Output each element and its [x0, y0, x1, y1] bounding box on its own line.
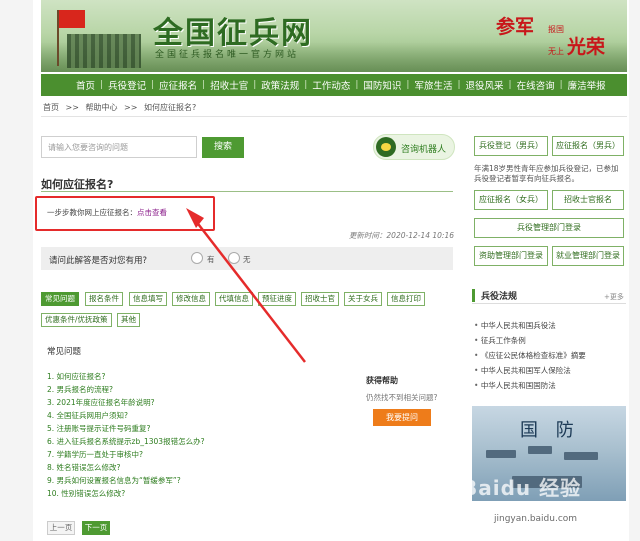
tag-conditions[interactable]: 报名条件 [85, 292, 123, 306]
laws-more-link[interactable]: +更多 [604, 292, 624, 302]
helpful-yes-label[interactable]: 有 [207, 254, 215, 265]
tag-nco[interactable]: 招收士官 [301, 292, 339, 306]
helpful-bar: 请问此解答是否对您有用? 有 无 [41, 247, 453, 270]
slogan-part1: 参军 [496, 16, 535, 38]
nav-item-policy[interactable]: 政策法规 [256, 78, 304, 92]
baidu-watermark: Baidu 经验 [462, 476, 582, 500]
tag-benefits[interactable]: 优惠条件/优抚政策 [41, 313, 112, 327]
site-title[interactable]: 全国征兵网 [153, 8, 313, 52]
list-item[interactable]: 4. 全国征兵网用户须知? [47, 409, 205, 422]
nav-item-report[interactable]: 廉洁举报 [563, 78, 611, 92]
main-nav: 首页 | 兵役登记 | 应征报名 | 招收士官 | 政策法规 | 工作动态 | 国防知识 | … [41, 74, 627, 96]
tag-progress[interactable]: 预征进度 [258, 292, 296, 306]
search-input[interactable]: 请输入您要咨询的问题 [41, 136, 197, 158]
list-item[interactable]: 2. 男兵报名的流程? [47, 383, 205, 396]
breadcrumb-current: 如何应征报名? [144, 103, 197, 112]
nav-item-military-life[interactable]: 军旅生活 [409, 78, 457, 92]
laws-divider [472, 303, 626, 304]
law-item[interactable]: 征兵工作条例 [474, 333, 586, 348]
law-item[interactable]: 中华人民共和国国防法 [474, 378, 586, 393]
help-subtitle: 仍然找不到相关问题? [366, 393, 438, 402]
list-item[interactable]: 10. 性别错误怎么修改? [47, 487, 205, 500]
question-divider [41, 191, 453, 192]
robot-label: 咨询机器人 [401, 145, 447, 155]
slogan-part4: 光荣 [567, 36, 606, 58]
nav-item-home[interactable]: 首页 [71, 78, 100, 92]
slogan-part3: 无上 [548, 47, 564, 56]
nav-item-veterans[interactable]: 退役风采 [461, 78, 509, 92]
list-item[interactable]: 3. 2021年度应征报名年龄说明? [47, 396, 205, 409]
slogan: 参军 报国 无上 光荣 [496, 10, 606, 60]
tag-other[interactable]: 其他 [117, 313, 140, 327]
robot-avatar-icon [376, 137, 396, 157]
employment-admin-login-button[interactable]: 就业管理部门登录 [552, 246, 624, 266]
update-time: 更新时间：2020-12-14 10:16 [348, 231, 454, 240]
prev-page-button[interactable]: 上一页 [47, 521, 75, 535]
ship-shape [528, 446, 552, 454]
tag-common[interactable]: 常见问题 [41, 292, 79, 306]
sidebar-note: 年满18岁男性青年应参加兵役登记，已参加兵役登记者暂享有向征兵报名。 [474, 164, 619, 183]
breadcrumb-help-center[interactable]: 帮助中心 [86, 103, 118, 112]
female-enlist-button[interactable]: 应征报名（女兵） [474, 190, 548, 210]
nav-item-consult[interactable]: 在线咨询 [512, 78, 560, 92]
tag-proxy-info[interactable]: 代填信息 [215, 292, 253, 306]
robot-button[interactable]: 咨询机器人 [373, 134, 455, 160]
list-item[interactable]: 7. 学籍学历一直处于审核中? [47, 448, 205, 461]
male-registration-button[interactable]: 兵役登记（男兵） [474, 136, 548, 156]
laws-list: 中华人民共和国兵役法 征兵工作条例 《应征公民体格检查标准》摘要 中华人民共和国… [474, 318, 586, 393]
law-item[interactable]: 中华人民共和国兵役法 [474, 318, 586, 333]
male-enlist-button[interactable]: 应征报名（男兵） [552, 136, 624, 156]
list-item[interactable]: 9. 男兵如何设置报名信息为“暂缓参军”? [47, 474, 205, 487]
tag-female[interactable]: 关于女兵 [344, 292, 382, 306]
list-item[interactable]: 5. 注册账号提示证件号码重复? [47, 422, 205, 435]
list-item[interactable]: 8. 姓名错误怎么修改? [47, 461, 205, 474]
breadcrumb-divider [41, 116, 627, 117]
annotation-highlight-box [35, 196, 215, 231]
ship-shape [564, 452, 598, 460]
photo-calligraphy: 国 防 [520, 420, 580, 441]
tag-modify-info[interactable]: 修改信息 [172, 292, 210, 306]
site-banner: 全国征兵网 全国征兵报名唯一官方网站 参军 报国 无上 光荣 [41, 0, 627, 72]
law-item[interactable]: 中华人民共和国军人保险法 [474, 363, 586, 378]
helpful-yes-radio[interactable] [191, 252, 203, 264]
help-title: 获得帮助 [366, 376, 398, 385]
nav-item-news[interactable]: 工作动态 [307, 78, 355, 92]
ask-question-button[interactable]: 我要提问 [373, 409, 431, 426]
slogan-part2: 报国 [548, 25, 564, 34]
helpful-no-label[interactable]: 无 [243, 254, 251, 265]
list-item[interactable]: 1. 如何应征报名? [47, 370, 205, 383]
breadcrumb-separator: >> [124, 103, 138, 112]
military-admin-login-button[interactable]: 兵役管理部门登录 [474, 218, 624, 238]
site-subtitle: 全国征兵报名唯一官方网站 [155, 50, 300, 60]
baidu-watermark-url: jingyan.baidu.com [494, 514, 578, 524]
law-item[interactable]: 《应征公民体格检查标准》摘要 [474, 348, 586, 363]
common-questions-title: 常见问题 [47, 347, 82, 357]
breadcrumb-separator: >> [65, 103, 79, 112]
funding-admin-login-button[interactable]: 资助管理部门登录 [474, 246, 548, 266]
ship-shape [486, 450, 516, 458]
helpful-no-radio[interactable] [228, 252, 240, 264]
breadcrumb: 首页 >> 帮助中心 >> 如何应征报名? [43, 102, 200, 113]
nco-enlist-button[interactable]: 招收士官报名 [552, 190, 624, 210]
common-questions-list: 1. 如何应征报名? 2. 男兵报名的流程? 3. 2021年度应征报名年龄说明… [47, 370, 205, 500]
nav-item-defense[interactable]: 国防知识 [358, 78, 406, 92]
helpful-question: 请问此解答是否对您有用? [49, 256, 148, 266]
nav-item-enlist[interactable]: 应征报名 [154, 78, 202, 92]
search-button[interactable]: 搜索 [202, 137, 244, 158]
list-item[interactable]: 6. 进入征兵报名系统提示zb_1303报错怎么办? [47, 435, 205, 448]
soldiers-image [67, 34, 141, 68]
nav-item-registration[interactable]: 兵役登记 [103, 78, 151, 92]
next-page-button[interactable]: 下一页 [82, 521, 110, 535]
tag-fill-info[interactable]: 信息填写 [129, 292, 167, 306]
flag-icon [59, 10, 85, 28]
question-title: 如何应征报名? [41, 178, 114, 191]
laws-section-title: 兵役法规 [472, 289, 517, 302]
tag-print[interactable]: 信息打印 [387, 292, 425, 306]
nav-item-nco[interactable]: 招收士官 [205, 78, 253, 92]
breadcrumb-home[interactable]: 首页 [43, 103, 59, 112]
